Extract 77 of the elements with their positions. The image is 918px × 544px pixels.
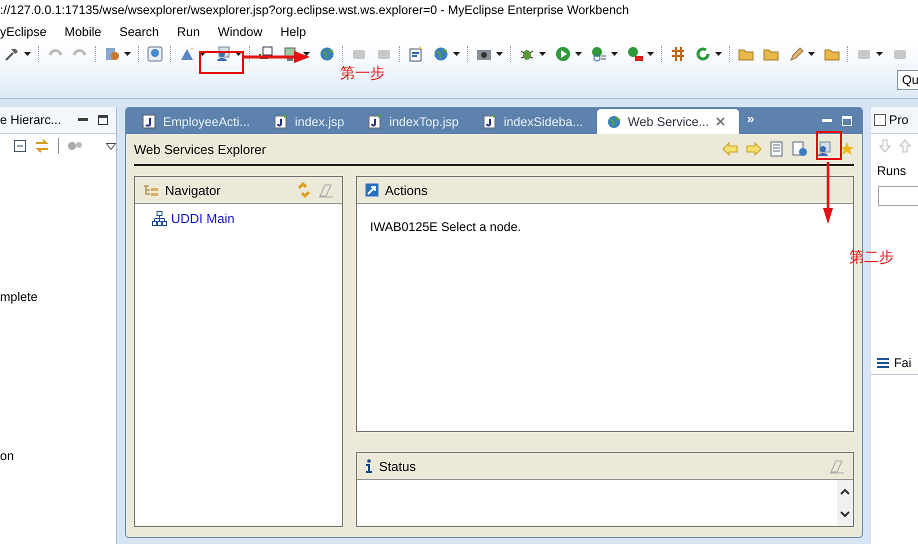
pane-title: Actions	[385, 182, 429, 198]
step-label: 第一步	[340, 64, 385, 83]
document-globe-icon[interactable]	[792, 141, 808, 157]
globe-badge-icon[interactable]	[147, 46, 163, 62]
menu-item[interactable]: Help	[280, 25, 306, 39]
highlight-frame	[816, 131, 842, 160]
caret-icon[interactable]	[453, 52, 460, 56]
wizard-icon[interactable]	[179, 46, 195, 62]
window-icon[interactable]	[258, 46, 274, 62]
caret-icon[interactable]	[575, 52, 582, 56]
play-icon[interactable]	[555, 46, 571, 62]
caret-icon[interactable]	[808, 52, 815, 56]
person-screen-icon[interactable]	[215, 46, 231, 62]
caret-icon[interactable]	[199, 52, 206, 56]
stop-run-icon[interactable]	[627, 46, 643, 62]
refresh-icon[interactable]	[695, 46, 711, 62]
navigator-icon	[143, 184, 159, 196]
collapse-all-icon[interactable]	[14, 140, 26, 152]
pointer-arrow	[244, 49, 310, 65]
menu-item[interactable]: Search	[119, 25, 159, 39]
menu-item[interactable]: yEclipse	[0, 25, 47, 39]
pane-title: Navigator	[165, 182, 222, 198]
caret-icon[interactable]	[647, 52, 654, 56]
tree-link[interactable]: UDDI Main	[171, 211, 235, 226]
status-message: IWAB0125E Select a node.	[369, 219, 522, 234]
form-icon[interactable]	[408, 46, 424, 62]
run-config-icon[interactable]	[591, 46, 607, 62]
hammer-icon[interactable]	[4, 46, 20, 62]
globe-icon[interactable]	[433, 46, 449, 62]
caret-icon[interactable]	[715, 52, 722, 56]
highlight-frame	[199, 51, 244, 74]
caret-icon[interactable]	[235, 52, 242, 56]
caret-icon[interactable]	[124, 52, 131, 56]
person-screen-icon[interactable]	[816, 141, 832, 157]
editor-tab[interactable]: Web Service...	[596, 109, 739, 134]
grid-icon[interactable]	[670, 46, 686, 62]
action-arrow-icon	[365, 183, 379, 197]
caret-icon[interactable]	[876, 52, 883, 56]
caret-icon[interactable]	[303, 52, 310, 56]
pencil-icon[interactable]	[788, 46, 804, 62]
globe-icon	[606, 114, 621, 128]
pane-title: Status	[379, 458, 417, 474]
window-title: ://127.0.0.1:17135/wse/wsexplorer/wsexplorer.jsp?org.eclipse.wst.ws.explorer=0 - MyEclipse Enterprise Workbench	[0, 2, 630, 17]
explorer-title: Web Services Explorer	[134, 142, 267, 156]
tree-item[interactable]: on	[0, 449, 116, 463]
menu-item[interactable]: Window	[218, 25, 262, 39]
scrollbar[interactable]	[837, 480, 853, 526]
chevron-down-icon[interactable]	[840, 511, 850, 518]
runs-label: Runs	[876, 163, 908, 178]
caret-icon[interactable]	[539, 52, 546, 56]
tree-item[interactable]: mplete	[0, 290, 116, 304]
chevron-up-icon[interactable]	[840, 488, 850, 495]
close-icon[interactable]	[716, 117, 725, 126]
java-file-icon	[142, 114, 156, 129]
menu-item[interactable]: Mobile	[64, 25, 102, 39]
tab-overflow-button[interactable]: »	[746, 110, 754, 126]
link-icon[interactable]	[34, 138, 50, 154]
maximize-icon[interactable]	[98, 115, 108, 125]
jsp-file-icon	[482, 114, 497, 129]
info-icon	[365, 459, 373, 473]
tree-structure-icon	[152, 211, 167, 226]
pointer-arrow	[820, 162, 836, 224]
jsp-file-icon	[274, 114, 288, 129]
menu-item[interactable]: Run	[176, 25, 200, 39]
jsp-file-icon	[368, 114, 382, 129]
panel-icon	[874, 114, 886, 126]
quick-access-field[interactable]: Qu	[897, 70, 918, 90]
globe-icon[interactable]	[319, 46, 335, 62]
input-field[interactable]	[878, 186, 918, 206]
caret-icon[interactable]	[24, 52, 31, 56]
document-icon[interactable]	[770, 141, 784, 157]
star-icon[interactable]	[840, 142, 854, 156]
list-icon	[877, 358, 889, 368]
caret-icon[interactable]	[611, 52, 618, 56]
view-menu-icon[interactable]	[106, 142, 116, 150]
section-title: Fai	[894, 356, 912, 370]
caret-icon[interactable]	[496, 52, 503, 56]
